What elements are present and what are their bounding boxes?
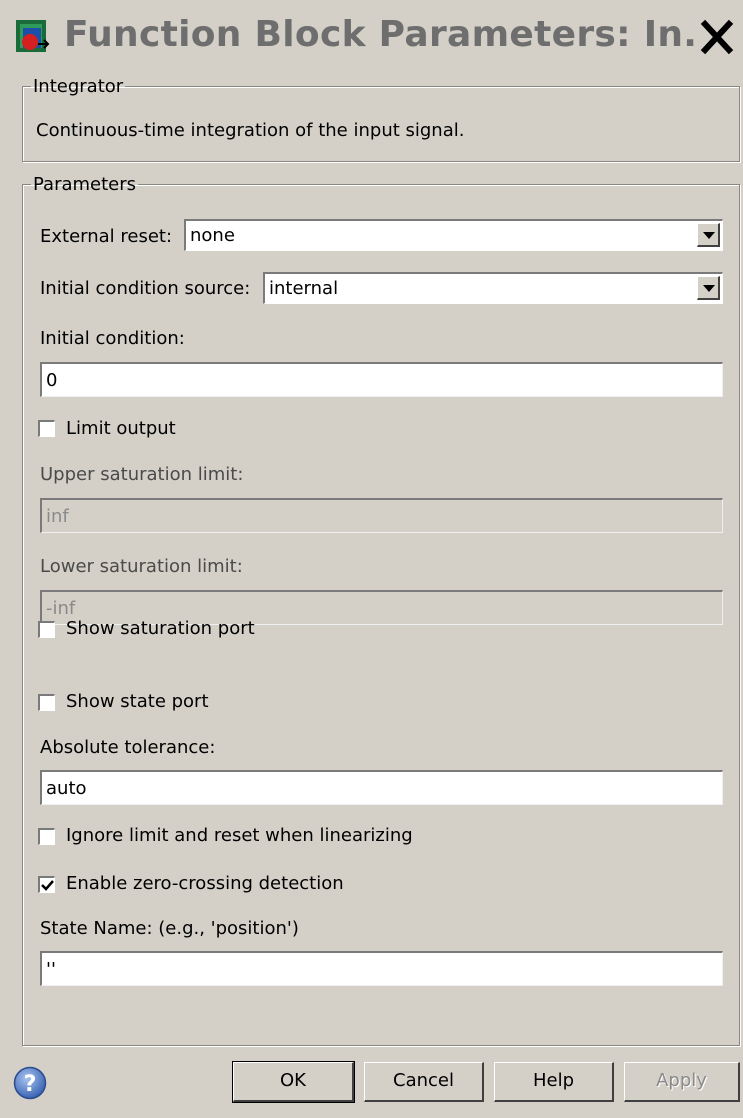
absolute-tolerance-field[interactable] <box>40 770 723 805</box>
ic-source-value: internal <box>269 278 339 299</box>
initial-condition-field[interactable] <box>40 362 723 397</box>
external-reset-value: none <box>190 225 235 246</box>
block-description: Continuous-time integration of the input… <box>36 120 465 141</box>
show-saturation-port-label: Show saturation port <box>66 618 255 639</box>
simulink-block-icon <box>14 18 50 56</box>
close-icon <box>694 12 740 62</box>
ignore-limit-checkbox[interactable] <box>38 828 55 845</box>
chevron-down-icon[interactable] <box>697 276 720 300</box>
checkmark-icon <box>41 880 54 891</box>
zero-crossing-label: Enable zero-crossing detection <box>66 873 344 894</box>
chevron-down-icon[interactable] <box>697 223 720 247</box>
zero-crossing-checkbox[interactable] <box>38 876 55 893</box>
absolute-tolerance-label: Absolute tolerance: <box>40 737 216 758</box>
help-question-icon[interactable]: ? <box>13 1066 47 1100</box>
show-state-port-checkbox[interactable] <box>38 694 55 711</box>
window-title: Function Block Parameters: In... <box>64 14 726 55</box>
ignore-limit-label: Ignore limit and reset when linearizing <box>66 825 413 846</box>
ic-source-label: Initial condition source: <box>40 278 251 299</box>
show-saturation-port-checkbox[interactable] <box>38 621 55 638</box>
parameters-legend: Parameters <box>33 174 137 195</box>
integrator-group: Integrator <box>22 76 740 162</box>
lower-limit-label: Lower saturation limit: <box>40 556 243 577</box>
external-reset-label: External reset: <box>40 226 173 247</box>
ic-source-select[interactable]: internal <box>263 272 723 304</box>
initial-condition-label: Initial condition: <box>40 328 185 349</box>
state-name-label: State Name: (e.g., 'position') <box>40 918 299 939</box>
apply-button: Apply <box>624 1062 740 1102</box>
show-state-port-label: Show state port <box>66 691 209 712</box>
upper-limit-label: Upper saturation limit: <box>40 464 244 485</box>
upper-limit-field <box>40 498 723 533</box>
help-button[interactable]: Help <box>494 1062 614 1102</box>
ok-button[interactable]: OK <box>232 1061 355 1103</box>
title-bar: Function Block Parameters: In... <box>0 0 743 70</box>
external-reset-select[interactable]: none <box>184 219 723 251</box>
state-name-field[interactable] <box>40 951 723 986</box>
close-button[interactable] <box>694 12 740 62</box>
integrator-legend: Integrator <box>33 76 124 97</box>
svg-text:?: ? <box>24 1072 37 1097</box>
limit-output-checkbox[interactable] <box>38 420 55 437</box>
limit-output-label: Limit output <box>66 418 176 439</box>
cancel-button[interactable]: Cancel <box>364 1062 484 1102</box>
